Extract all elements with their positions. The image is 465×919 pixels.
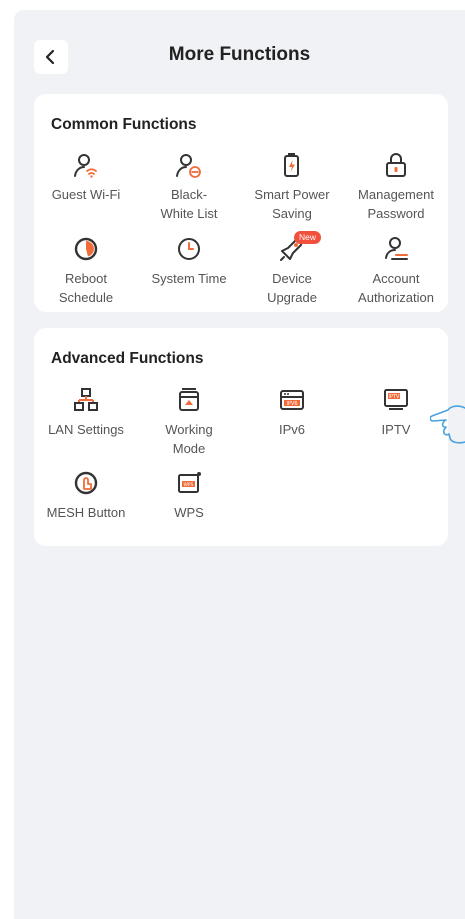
lan-icon <box>74 388 98 411</box>
device-upgrade-label: Device Upgrade <box>267 271 317 305</box>
guest-wifi-item[interactable]: Guest Wi-Fi <box>36 150 136 204</box>
pointer-hand-icon <box>430 405 465 444</box>
system-time-item[interactable]: System Time <box>139 234 239 288</box>
screen: More Functions Common Functions Guest Wi… <box>14 10 465 919</box>
wps-icon-text: WPS <box>183 482 193 488</box>
smart-power-saving-label: Smart Power Saving <box>254 187 330 221</box>
account-authorization-label: Account Authorization <box>358 271 434 305</box>
page-title: More Functions <box>168 44 311 65</box>
mesh-button-icon <box>74 471 98 495</box>
lock-icon <box>386 153 406 177</box>
account-authorization-item[interactable]: Account Authorization <box>346 234 446 307</box>
clock-icon <box>178 238 200 260</box>
wps-icon: WPS <box>178 472 201 493</box>
guest-wifi-label: Guest Wi-Fi <box>51 187 121 202</box>
ipv6-icon: IPV6 <box>280 390 304 410</box>
reboot-schedule-label: Reboot Schedule <box>58 271 114 305</box>
new-badge: New <box>294 231 322 244</box>
device-upgrade-item[interactable]: New Device Upgrade <box>242 231 342 307</box>
iptv-icon-text: IPTV <box>389 394 401 400</box>
black-white-list-icon <box>176 154 201 178</box>
lan-settings-item[interactable]: LAN Settings <box>36 385 136 439</box>
wps-item[interactable]: WPS WPS <box>139 468 239 522</box>
lan-settings-label: LAN Settings <box>48 422 124 437</box>
section-title-common: Common Functions <box>51 116 197 133</box>
working-mode-icon <box>179 388 199 411</box>
black-white-list-label: Black- White List <box>160 187 218 221</box>
guest-wifi-icon <box>74 154 97 178</box>
system-time-label: System Time <box>151 271 227 286</box>
wps-label: WPS <box>174 505 204 520</box>
working-mode-item[interactable]: Working Mode <box>139 385 239 458</box>
management-password-label: Management Password <box>358 187 434 221</box>
iptv-icon: IPTV <box>384 389 408 410</box>
working-mode-label: Working Mode <box>165 422 213 456</box>
account-authorization-icon <box>385 237 408 260</box>
mesh-button-item[interactable]: MESH Button <box>36 468 136 522</box>
management-password-item[interactable]: Management Password <box>346 150 446 223</box>
ipv6-icon-text: IPV6 <box>286 401 297 407</box>
ipv6-label: IPv6 <box>278 422 305 437</box>
reboot-schedule-item[interactable]: Reboot Schedule <box>36 234 136 307</box>
black-white-list-item[interactable]: Black- White List <box>139 150 239 223</box>
smart-power-saving-item[interactable]: Smart Power Saving <box>242 150 342 223</box>
smart-power-saving-icon <box>284 153 299 177</box>
section-title-advanced: Advanced Functions <box>51 350 204 367</box>
advanced-functions-card: Advanced Functions LAN Settings Working … <box>34 328 448 546</box>
common-functions-card: Common Functions Guest Wi-Fi Black- Whit… <box>34 94 448 312</box>
ipv6-item[interactable]: IPV6 IPv6 <box>242 385 342 439</box>
header: More Functions <box>14 10 465 100</box>
reboot-schedule-icon <box>74 237 98 261</box>
mesh-button-label: MESH Button <box>46 505 126 520</box>
